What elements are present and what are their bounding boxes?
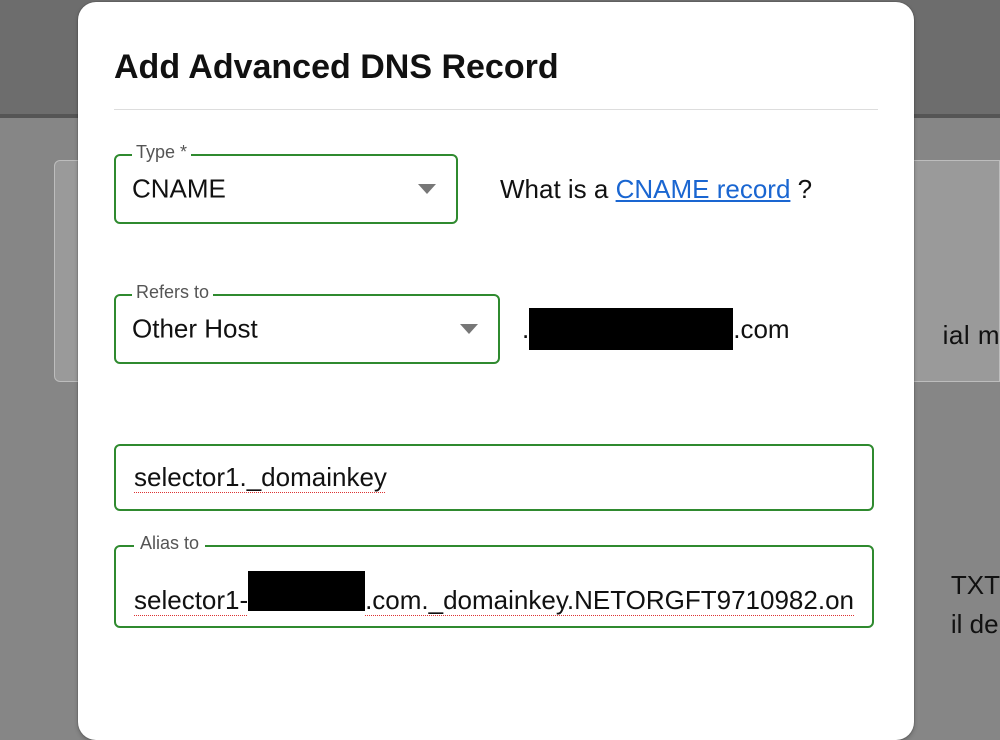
refers-to-value: Other Host [132,314,258,345]
type-value: CNAME [132,174,226,205]
type-select[interactable]: Type * CNAME [114,154,458,224]
chevron-down-icon [460,324,478,334]
redacted-block [248,571,365,611]
host-name-value: selector1._domainkey [134,462,387,492]
redacted-block [529,308,733,350]
background-text-fragment: TXT il de [951,566,1000,644]
add-dns-record-modal: Add Advanced DNS Record Type * CNAME Wha… [78,2,914,740]
domain-suffix: . .com [522,308,790,350]
alias-to-label: Alias to [134,533,205,554]
background-text-fragment: ial m [943,320,1000,351]
cname-record-link[interactable]: CNAME record [616,174,791,204]
type-label: Type * [132,142,191,163]
refers-to-label: Refers to [132,282,213,303]
refers-to-select[interactable]: Refers to Other Host [114,294,500,364]
chevron-down-icon [418,184,436,194]
type-help-text: What is a CNAME record ? [500,174,812,205]
alias-to-input[interactable]: Alias to selector1-.com._domainkey.NETOR… [114,545,874,628]
divider [114,109,878,110]
host-name-input[interactable]: selector1._domainkey [114,444,874,511]
alias-to-value: selector1-.com._domainkey.NETORGFT971098… [134,569,854,616]
modal-title: Add Advanced DNS Record [114,48,878,87]
type-row: Type * CNAME What is a CNAME record ? [114,154,878,224]
refers-to-row: Refers to Other Host . .com [114,294,878,364]
